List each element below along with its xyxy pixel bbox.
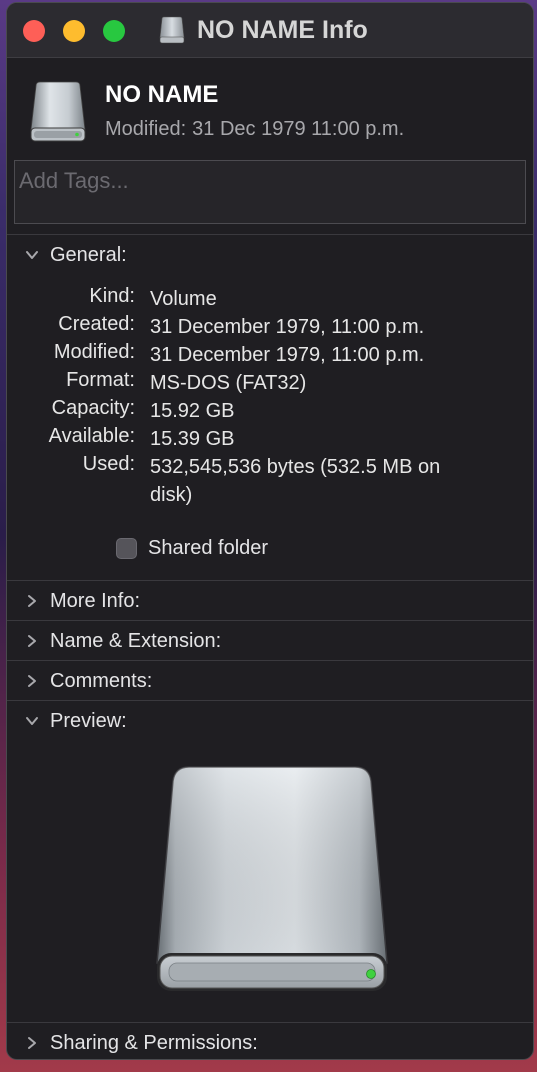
external-drive-icon bbox=[30, 81, 86, 142]
available-value: 15.39 GB bbox=[150, 428, 235, 450]
preview-area bbox=[155, 763, 389, 993]
created-label: Created: bbox=[58, 313, 135, 335]
divider bbox=[7, 620, 533, 621]
shared-folder-checkbox[interactable] bbox=[116, 538, 137, 559]
modified-row-label: Modified: bbox=[53, 341, 135, 363]
modified-summary: Modified: 31 Dec 1979 11:00 p.m. bbox=[105, 118, 404, 141]
capacity-label: Capacity: bbox=[51, 397, 135, 419]
modified-label: Modified: bbox=[105, 118, 187, 140]
created-value: 31 December 1979, 11:00 p.m. bbox=[150, 316, 425, 338]
divider bbox=[7, 580, 533, 581]
divider bbox=[7, 1022, 533, 1023]
section-general-header[interactable]: General: bbox=[7, 236, 533, 274]
section-name-extension-label: Name & Extension: bbox=[50, 629, 222, 652]
capacity-value: 15.92 GB bbox=[150, 400, 235, 422]
section-sharing-label: Sharing & Permissions: bbox=[50, 1031, 258, 1054]
chevron-down-icon bbox=[26, 251, 38, 259]
section-more-info-header[interactable]: More Info: bbox=[7, 582, 533, 620]
section-comments-label: Comments: bbox=[50, 669, 153, 692]
title-bar[interactable]: NO NAME Info bbox=[7, 3, 533, 58]
external-drive-icon bbox=[159, 16, 185, 44]
modified-value: 31 Dec 1979 11:00 p.m. bbox=[192, 118, 405, 140]
chevron-right-icon bbox=[28, 675, 36, 687]
window-title-group: NO NAME Info bbox=[159, 15, 368, 45]
divider bbox=[7, 234, 533, 235]
section-comments-header[interactable]: Comments: bbox=[7, 662, 533, 700]
close-button[interactable] bbox=[23, 20, 45, 42]
divider bbox=[7, 700, 533, 701]
kind-label: Kind: bbox=[89, 285, 135, 307]
chevron-right-icon bbox=[28, 1037, 36, 1049]
window-title: NO NAME Info bbox=[197, 15, 368, 44]
chevron-down-icon bbox=[26, 717, 38, 725]
divider bbox=[7, 660, 533, 661]
maximize-button[interactable] bbox=[103, 20, 125, 42]
chevron-right-icon bbox=[28, 595, 36, 607]
shared-folder-label: Shared folder bbox=[148, 537, 269, 559]
tags-field-container bbox=[14, 160, 526, 224]
info-header: NO NAME Modified: 31 Dec 1979 11:00 p.m. bbox=[7, 58, 533, 153]
used-value: 532,545,536 bytes (532.5 MB on disk) bbox=[150, 456, 441, 506]
section-preview-label: Preview: bbox=[50, 709, 127, 732]
external-drive-icon bbox=[156, 766, 388, 991]
section-name-extension-header[interactable]: Name & Extension: bbox=[7, 622, 533, 660]
format-value: MS-DOS (FAT32) bbox=[150, 372, 307, 394]
info-window: NO NAME Info NO NAME Modified: 31 Dec 197… bbox=[6, 2, 534, 1060]
shared-folder-option[interactable]: Shared folder bbox=[116, 537, 268, 560]
section-more-info-label: More Info: bbox=[50, 589, 141, 612]
section-sharing-header[interactable]: Sharing & Permissions: bbox=[7, 1024, 533, 1059]
volume-name: NO NAME bbox=[105, 81, 219, 108]
chevron-right-icon bbox=[28, 635, 36, 647]
kind-value: Volume bbox=[150, 288, 217, 310]
available-label: Available: bbox=[48, 425, 135, 447]
section-general-label: General: bbox=[50, 243, 127, 266]
minimize-button[interactable] bbox=[63, 20, 85, 42]
modified-row-value: 31 December 1979, 11:00 p.m. bbox=[150, 344, 425, 366]
used-label: Used: bbox=[82, 453, 135, 475]
section-preview-header[interactable]: Preview: bbox=[7, 702, 533, 740]
format-label: Format: bbox=[66, 369, 135, 391]
tags-input[interactable] bbox=[17, 163, 511, 199]
